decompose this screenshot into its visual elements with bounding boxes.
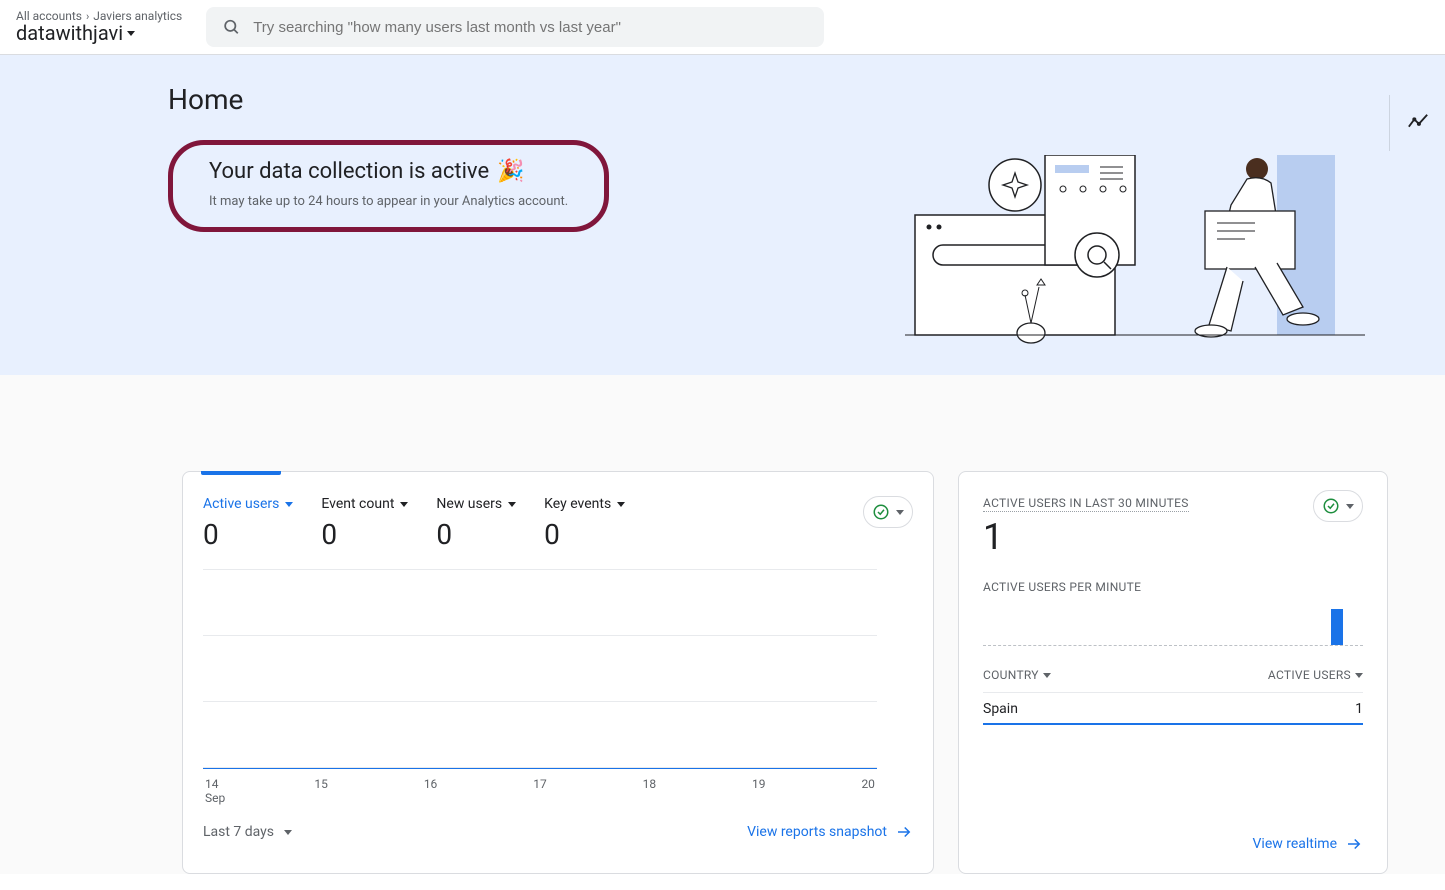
chevron-down-icon — [1043, 673, 1051, 678]
data-quality-button[interactable] — [863, 496, 913, 528]
app-header: All accounts › Javiers analytics datawit… — [0, 0, 1445, 55]
x-tick: 20 — [861, 777, 875, 791]
hero-illustration — [905, 155, 1365, 375]
col-country[interactable]: COUNTRY — [983, 668, 1051, 682]
chevron-down-icon — [400, 502, 408, 507]
metric-active-users[interactable]: Active users 0 — [203, 496, 293, 551]
search-input[interactable] — [253, 19, 808, 36]
x-tick: 17 — [533, 777, 547, 791]
x-tick: 16 — [424, 777, 438, 791]
chevron-down-icon — [285, 502, 293, 507]
metric-label: Active users — [203, 496, 279, 512]
callout-subtext: It may take up to 24 hours to appear in … — [209, 194, 568, 209]
cell-country: Spain — [983, 701, 1018, 717]
chevron-down-icon — [617, 502, 625, 507]
line-chart: 14 15 16 17 18 19 20 Sep — [183, 569, 933, 805]
page-title: Home — [168, 83, 609, 116]
metric-event-count[interactable]: Event count 0 — [321, 496, 408, 551]
hero-banner: Home Your data collection is active 🎉 It… — [0, 55, 1445, 375]
metric-new-users[interactable]: New users 0 — [436, 496, 516, 551]
spark-bar — [1331, 609, 1343, 645]
x-tick: 15 — [314, 777, 328, 791]
view-realtime-link[interactable]: View realtime — [1253, 835, 1363, 853]
chevron-down-icon — [508, 502, 516, 507]
x-tick: 14 — [205, 777, 219, 791]
x-tick: 18 — [643, 777, 657, 791]
realtime-active-users: 1 — [983, 516, 1363, 558]
metric-value: 0 — [203, 518, 293, 551]
party-popper-icon: 🎉 — [497, 159, 524, 184]
insights-icon — [1407, 112, 1429, 134]
content-area: Active users 0 Event count 0 New users 0… — [0, 375, 1445, 874]
metric-value: 0 — [436, 518, 516, 551]
metric-label: New users — [436, 496, 502, 512]
x-tick: 19 — [752, 777, 766, 791]
search-box[interactable] — [206, 7, 824, 47]
chevron-down-icon — [1346, 504, 1354, 509]
account-selector[interactable]: All accounts › Javiers analytics datawit… — [16, 9, 182, 45]
property-selector[interactable]: datawithjavi — [16, 21, 182, 45]
check-circle-icon — [1322, 497, 1340, 515]
metric-value: 0 — [321, 518, 408, 551]
x-month-label: Sep — [203, 791, 877, 805]
date-range-picker[interactable]: Last 7 days — [203, 824, 292, 840]
table-row: Spain 1 — [983, 692, 1363, 725]
arrow-right-icon — [1345, 835, 1363, 853]
overview-card: Active users 0 Event count 0 New users 0… — [182, 471, 934, 874]
chevron-down-icon — [284, 830, 292, 835]
data-quality-button[interactable] — [1313, 490, 1363, 522]
chevron-down-icon — [127, 31, 135, 36]
col-active-users[interactable]: ACTIVE USERS — [1268, 668, 1363, 682]
x-axis: 14 15 16 17 18 19 20 — [203, 777, 877, 791]
chevron-down-icon — [896, 510, 904, 515]
realtime-sub-label: ACTIVE USERS PER MINUTE — [983, 580, 1363, 594]
chevron-down-icon — [1355, 673, 1363, 678]
metric-value: 0 — [544, 518, 625, 551]
property-name: datawithjavi — [16, 21, 123, 45]
card-footer: Last 7 days View reports snapshot — [183, 805, 933, 855]
insights-button[interactable] — [1389, 95, 1445, 151]
data-collection-callout: Your data collection is active 🎉 It may … — [168, 140, 609, 232]
link-label: View reports snapshot — [747, 824, 887, 840]
realtime-table-header: COUNTRY ACTIVE USERS — [983, 668, 1363, 682]
realtime-card: ACTIVE USERS IN LAST 30 MINUTES 1 ACTIVE… — [958, 471, 1388, 874]
metrics-row: Active users 0 Event count 0 New users 0… — [183, 472, 933, 563]
metric-label: Key events — [544, 496, 611, 512]
metric-key-events[interactable]: Key events 0 — [544, 496, 625, 551]
callout-heading: Your data collection is active — [209, 159, 489, 184]
check-circle-icon — [872, 503, 890, 521]
search-icon — [222, 17, 241, 37]
per-minute-sparkline — [983, 604, 1363, 646]
realtime-header-label: ACTIVE USERS IN LAST 30 MINUTES — [983, 496, 1189, 512]
cell-count: 1 — [1355, 701, 1363, 717]
date-range-label: Last 7 days — [203, 824, 274, 840]
link-label: View realtime — [1253, 836, 1337, 852]
metric-label: Event count — [321, 496, 394, 512]
arrow-right-icon — [895, 823, 913, 841]
active-tab-indicator — [201, 471, 281, 475]
view-reports-link[interactable]: View reports snapshot — [747, 823, 913, 841]
